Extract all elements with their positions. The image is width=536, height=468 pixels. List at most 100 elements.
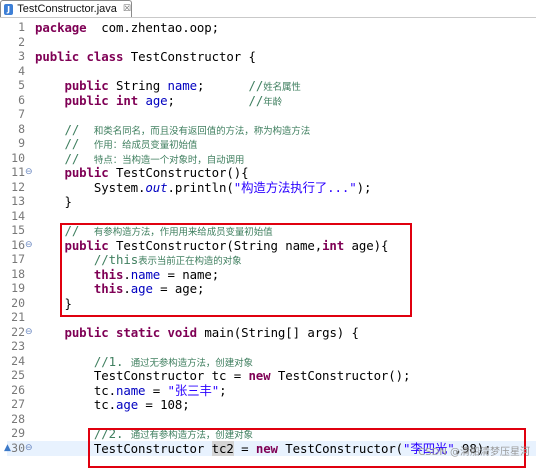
code-token: // — [64, 136, 94, 151]
code-line[interactable]: 12 System.out.println("构造方法执行了..."); — [0, 180, 536, 195]
code-token: TestConstructor { — [123, 49, 256, 64]
code-token: = — [145, 382, 168, 398]
code-token: class — [79, 49, 124, 64]
line-number: 1 — [18, 20, 25, 34]
code-token: 通过无参构造方法，创建对象 — [130, 357, 253, 369]
code-token: com.zhentao.oop; — [86, 20, 220, 35]
code-line[interactable]: 23 — [0, 339, 536, 354]
highlight-box-constructor — [60, 223, 412, 317]
line-number: 4 — [18, 63, 25, 78]
code-token: public — [64, 78, 109, 93]
code-token: public — [64, 92, 109, 108]
code-token: = 108; — [138, 397, 190, 412]
line-number: 16 — [11, 237, 25, 252]
line-number: 23 — [11, 339, 25, 353]
line-number: 20 — [11, 295, 25, 310]
code-line[interactable]: 27 tc.age = 108; — [0, 397, 536, 412]
code-line[interactable]: 6 public int age; //年龄 — [0, 93, 536, 108]
code-token: tc. — [35, 382, 116, 398]
code-token: } — [35, 194, 72, 209]
fold-toggle-icon[interactable]: ⊖ — [25, 165, 33, 180]
code-text: tc.age = 108; — [35, 397, 190, 412]
code-line[interactable]: 28 — [0, 412, 536, 427]
code-token: public — [64, 324, 109, 340]
code-line[interactable]: 1 package com.zhentao.oop; — [0, 20, 536, 35]
line-number: 30 — [11, 440, 25, 455]
line-number: 6 — [18, 92, 25, 107]
line-number: 5 — [18, 78, 25, 92]
line-number: 14 — [11, 208, 25, 223]
code-line[interactable]: 2 — [0, 35, 536, 50]
fold-toggle-icon[interactable]: ⊖ — [25, 325, 33, 340]
line-number: 11 — [11, 165, 25, 179]
java-file-icon: J — [4, 3, 14, 15]
code-line[interactable]: 10 // 特点：当构造一个对象时，自动调用 — [0, 151, 536, 166]
tab-testconstructor-java[interactable]: J TestConstructor.java ☒ — [0, 0, 132, 17]
code-line[interactable]: 8 // 和类名同名，而且没有返回值的方法，称为构造方法 — [0, 122, 536, 137]
line-number: 21 — [11, 310, 25, 324]
fold-toggle-icon[interactable]: ⊖ — [25, 238, 33, 253]
code-token: TestConstructor(){ — [108, 165, 249, 180]
code-token: static — [108, 324, 161, 340]
code-token: out — [145, 179, 168, 195]
code-token: 和类名同名，而且没有返回值的方法，称为构造方法 — [93, 125, 311, 137]
code-token: ; — [167, 92, 249, 108]
code-token: 姓名属性 — [263, 82, 301, 93]
code-token: "构造方法执行了..." — [233, 179, 357, 195]
code-token: name — [115, 382, 146, 398]
code-line[interactable]: 5 public String name; //姓名属性 — [0, 78, 536, 93]
code-text: package com.zhentao.oop; — [35, 20, 219, 35]
line-number: 12 — [11, 179, 25, 194]
close-icon[interactable]: ☒ — [123, 4, 131, 14]
code-token: public — [35, 49, 80, 64]
code-token: main(String[] args) { — [196, 324, 359, 340]
code-token: public — [64, 165, 109, 180]
code-token: 特点：当构造一个对象时，自动调用 — [93, 154, 245, 166]
line-number: 9 — [18, 136, 25, 150]
watermark: CSDN @清船清梦压星河 — [418, 447, 530, 458]
code-line[interactable]: 13 } — [0, 194, 536, 209]
code-token: String — [108, 78, 168, 93]
code-line[interactable]: 25 TestConstructor tc = new TestConstruc… — [0, 368, 536, 383]
code-text: } — [35, 194, 72, 209]
fold-toggle-icon[interactable]: ⊖ — [25, 441, 33, 456]
code-line[interactable]: 7 — [0, 107, 536, 122]
code-token: TestConstructor tc = — [35, 368, 249, 383]
code-token: age — [115, 397, 139, 412]
code-line[interactable]: 26 tc.name = "张三丰"; — [0, 383, 536, 398]
code-line[interactable]: 11 ⊖ public TestConstructor(){ — [0, 165, 536, 180]
editor-tab-bar: J TestConstructor.java ☒ — [0, 0, 536, 18]
code-token: ; — [219, 382, 227, 398]
line-number: 7 — [18, 107, 25, 121]
line-number: 17 — [11, 252, 25, 266]
code-token: age — [145, 92, 168, 108]
code-line[interactable]: 3 public class TestConstructor { — [0, 49, 536, 64]
code-token: System. — [35, 179, 146, 195]
code-token: // — [248, 92, 264, 108]
code-line[interactable]: 4 — [0, 64, 536, 79]
line-number: 8 — [18, 121, 25, 136]
code-token: name — [167, 78, 198, 93]
line-number: 25 — [11, 368, 25, 382]
code-token: tc. — [35, 397, 116, 412]
code-token: ); — [356, 179, 372, 195]
code-text: System.out.println("构造方法执行了..."); — [35, 179, 372, 195]
code-line[interactable]: 9 // 作用：给成员变量初始值 — [0, 136, 536, 151]
line-number: 29 — [11, 426, 25, 440]
line-number: 19 — [11, 281, 25, 295]
line-number: 15 — [11, 223, 25, 237]
code-text: public class TestConstructor { — [35, 49, 256, 64]
code-token: // — [64, 121, 94, 137]
code-text: public static void main(String[] args) { — [35, 325, 359, 340]
code-line[interactable]: 14 — [0, 209, 536, 224]
code-line[interactable]: 24 //1. 通过无参构造方法，创建对象 — [0, 354, 536, 369]
code-line[interactable]: 22 ⊖ public static void main(String[] arg… — [0, 325, 536, 340]
